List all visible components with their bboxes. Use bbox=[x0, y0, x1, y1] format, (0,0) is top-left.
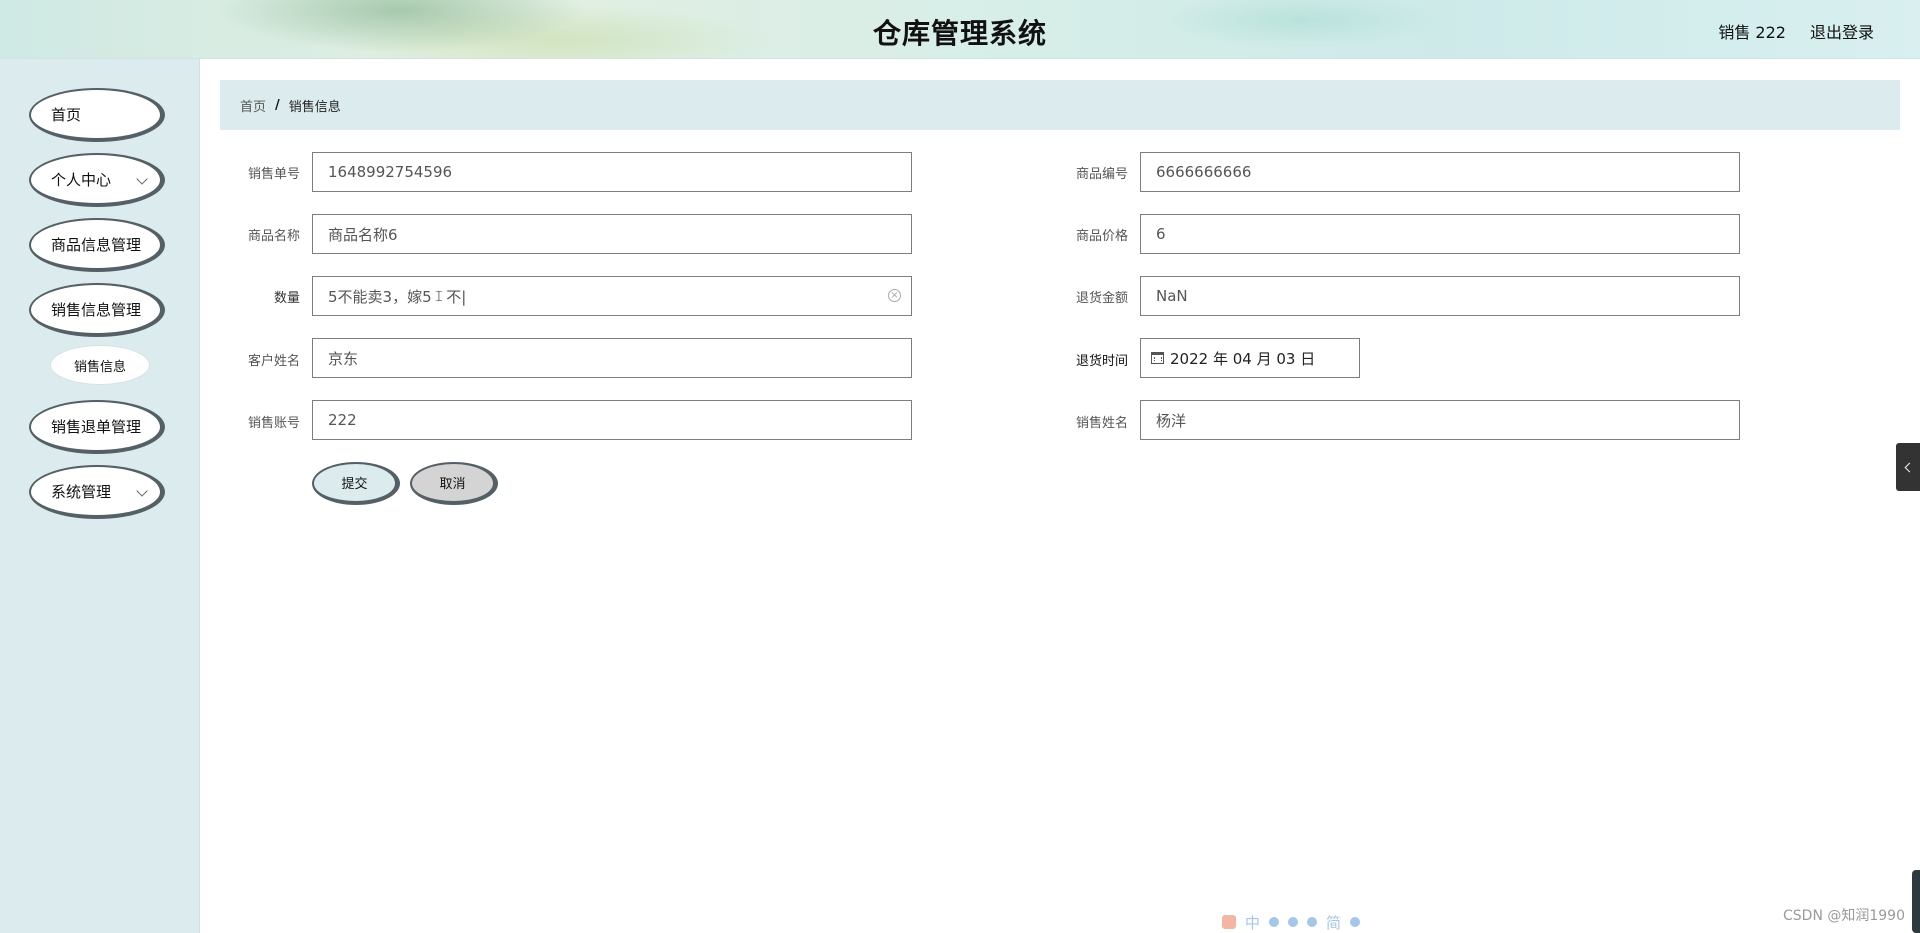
sidebar-item-refund-management[interactable]: 销售退单管理 bbox=[29, 400, 165, 454]
sidebar-item-label: 系统管理 bbox=[51, 482, 112, 501]
breadcrumb: 首页 / 销售信息 bbox=[220, 80, 1900, 130]
cancel-button[interactable]: 取消 bbox=[410, 462, 498, 505]
refund-time-value: 2022 年 04 月 03 日 bbox=[1170, 349, 1316, 368]
clear-circle-icon[interactable]: × bbox=[888, 289, 901, 302]
breadcrumb-current: 销售信息 bbox=[288, 99, 341, 115]
sidebar-item-label: 商品信息管理 bbox=[51, 235, 142, 254]
ime-punct-icon bbox=[1288, 917, 1299, 927]
sidebar-item-label: 销售退单管理 bbox=[51, 417, 142, 436]
refund-time-label: 退货时间 bbox=[1075, 354, 1128, 369]
sales-name-input[interactable]: 杨洋 bbox=[1140, 400, 1740, 440]
ime-settings-icon bbox=[1350, 917, 1361, 927]
sales-account-label: 销售账号 bbox=[247, 416, 300, 431]
refund-time-picker[interactable]: 2022 年 04 月 03 日 bbox=[1140, 338, 1360, 378]
sales-name-label: 销售姓名 bbox=[1075, 416, 1128, 431]
scroll-handle[interactable] bbox=[1912, 870, 1920, 933]
sidebar-item-system-management[interactable]: 系统管理 bbox=[29, 465, 165, 519]
sidebar-item-personal-center[interactable]: 个人中心 bbox=[29, 153, 165, 207]
sale-no-value: 1648992754596 bbox=[328, 163, 453, 181]
chevron-down-icon bbox=[136, 173, 148, 185]
product-code-value: 6666666666 bbox=[1156, 163, 1252, 181]
ime-moon-icon bbox=[1269, 917, 1280, 927]
logout-button[interactable]: 退出登录 bbox=[1810, 19, 1874, 43]
refund-amount-input[interactable]: NaN bbox=[1140, 276, 1740, 316]
side-panel-toggle[interactable] bbox=[1896, 443, 1920, 491]
sidebar-item-label: 销售信息管理 bbox=[51, 300, 142, 319]
product-price-label: 商品价格 bbox=[1075, 229, 1128, 244]
sales-account-input[interactable]: 222 bbox=[312, 400, 912, 440]
product-code-input[interactable]: 6666666666 bbox=[1140, 152, 1740, 192]
sidebar-item-label: 销售信息 bbox=[73, 359, 126, 375]
ime-logo-icon bbox=[1222, 915, 1236, 929]
sales-account-value: 222 bbox=[328, 411, 357, 429]
sidebar-item-sales-management[interactable]: 销售信息管理 bbox=[29, 283, 165, 337]
refund-amount-value: NaN bbox=[1156, 287, 1188, 305]
chevron-down-icon bbox=[136, 485, 148, 497]
sale-no-input[interactable]: 1648992754596 bbox=[312, 152, 912, 192]
ime-script-label: 简 bbox=[1326, 913, 1342, 932]
refund-amount-label: 退货金额 bbox=[1075, 291, 1128, 306]
current-user[interactable]: 销售 222 bbox=[1718, 19, 1786, 43]
product-name-input[interactable]: 商品名称6 bbox=[312, 214, 912, 254]
app-title: 仓库管理系统 bbox=[872, 17, 1047, 50]
sidebar-item-home[interactable]: 首页 bbox=[29, 88, 165, 142]
submit-button[interactable]: 提交 bbox=[312, 462, 400, 505]
chevron-left-icon bbox=[1904, 462, 1915, 472]
ime-keyboard-icon bbox=[1307, 917, 1318, 927]
calendar-icon bbox=[1151, 352, 1164, 364]
quantity-value-after-cursor: 不| bbox=[446, 287, 467, 306]
quantity-label: 数量 bbox=[273, 291, 300, 306]
sidebar: 首页 个人中心 商品信息管理 销售信息管理 销售信息 销售退单管理 系统管理 bbox=[0, 59, 200, 933]
sidebar-item-label: 首页 bbox=[51, 105, 82, 124]
top-header: 仓库管理系统 销售 222 退出登录 bbox=[0, 0, 1920, 59]
ime-mode-label: 中 bbox=[1245, 913, 1261, 932]
watermark: CSDN @知润1990 bbox=[1783, 908, 1905, 924]
user-area: 销售 222 退出登录 bbox=[1718, 19, 1874, 43]
product-name-value: 商品名称6 bbox=[328, 225, 398, 244]
quantity-input[interactable]: 5不能卖3，嫁5 𝙸 不| × bbox=[312, 276, 912, 316]
sales-name-value: 杨洋 bbox=[1156, 411, 1187, 430]
text-cursor-icon: 𝙸 bbox=[433, 287, 445, 305]
customer-name-input[interactable]: 京东 bbox=[312, 338, 912, 378]
customer-name-label: 客户姓名 bbox=[247, 354, 300, 369]
ime-toolbar: 中 简 bbox=[1222, 911, 1422, 933]
product-price-input[interactable]: 6 bbox=[1140, 214, 1740, 254]
sidebar-subitem-sales-info[interactable]: 销售信息 bbox=[50, 345, 150, 385]
quantity-value-before-cursor: 5不能卖3，嫁5 bbox=[328, 287, 432, 306]
customer-name-value: 京东 bbox=[328, 349, 359, 368]
breadcrumb-separator: / bbox=[275, 97, 280, 113]
product-name-label: 商品名称 bbox=[247, 229, 300, 244]
sidebar-item-product-management[interactable]: 商品信息管理 bbox=[29, 218, 165, 272]
sidebar-item-label: 个人中心 bbox=[51, 170, 112, 189]
sale-no-label: 销售单号 bbox=[247, 167, 300, 182]
product-code-label: 商品编号 bbox=[1075, 167, 1128, 182]
breadcrumb-home[interactable]: 首页 bbox=[240, 96, 266, 115]
product-price-value: 6 bbox=[1156, 225, 1166, 243]
